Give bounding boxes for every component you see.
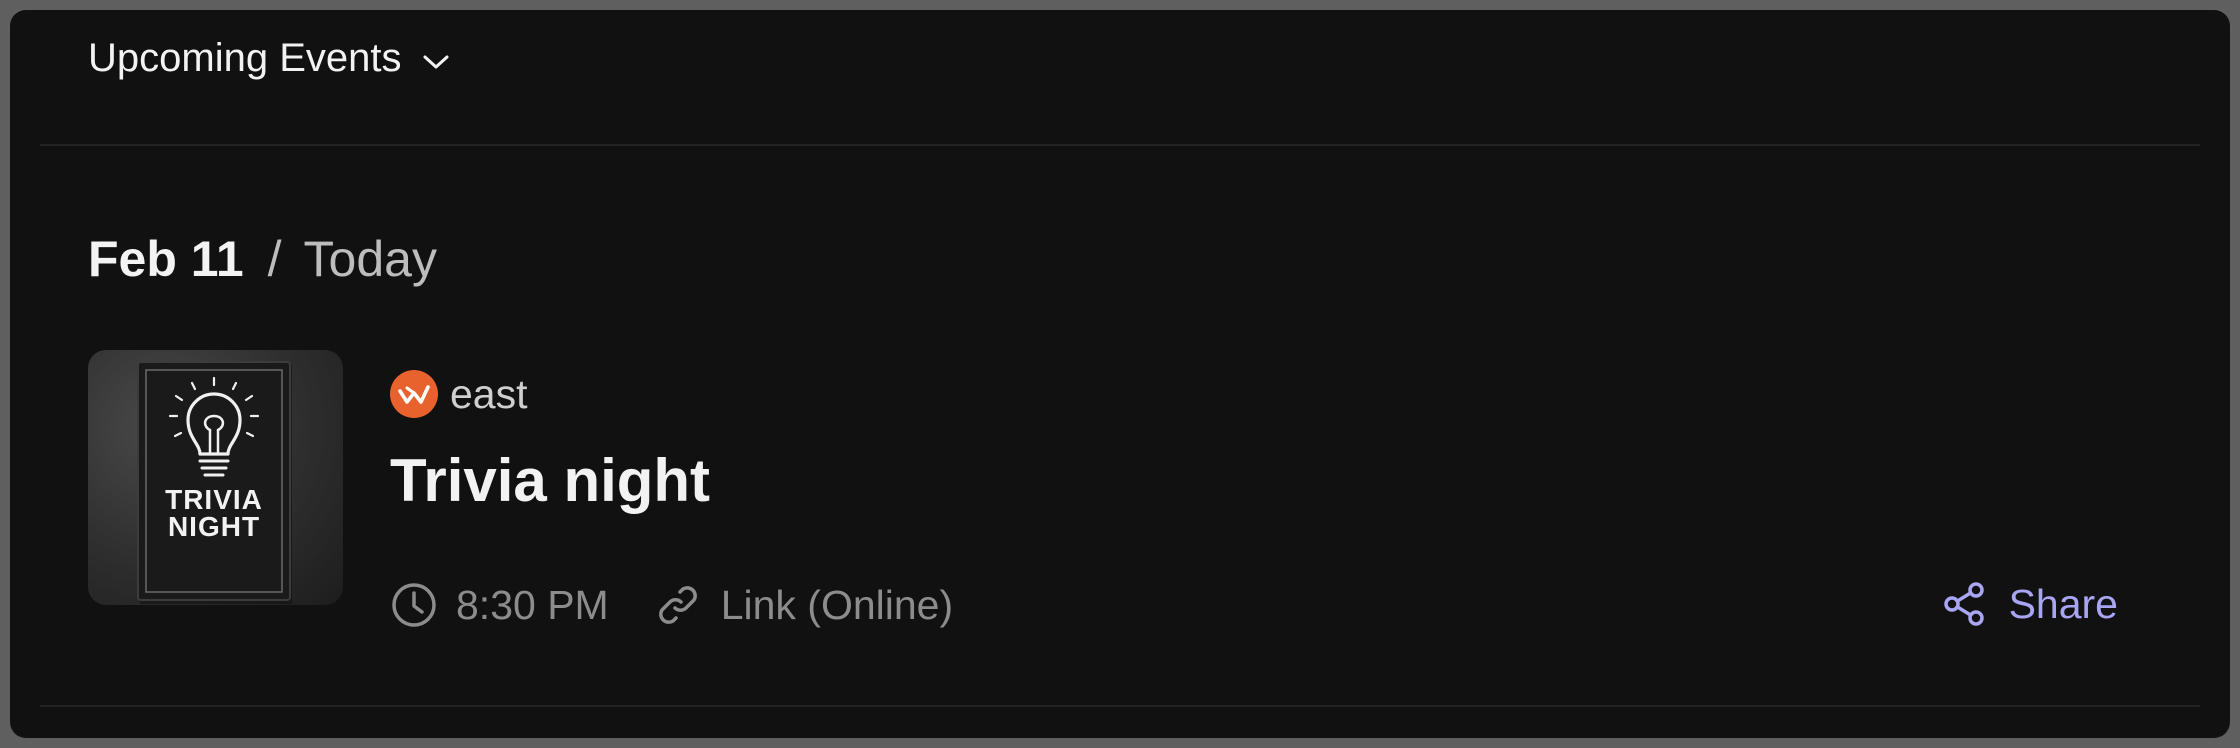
event-date: Feb 11 — [88, 231, 244, 287]
clock-icon — [392, 583, 436, 627]
event-location-text: Link (Online) — [720, 581, 954, 628]
list-divider — [40, 705, 2200, 707]
event-location[interactable]: Link (Online) — [653, 580, 953, 630]
window-frame: Upcoming Events Feb 11 / Today TRIVIA NI… — [0, 0, 2240, 748]
chevron-down-icon — [419, 45, 453, 79]
share-button[interactable]: Share — [1941, 580, 2118, 628]
share-icon — [1943, 582, 1984, 626]
relative-date: Today — [303, 231, 437, 287]
upcoming-events-dropdown[interactable]: Upcoming Events — [88, 36, 453, 81]
event-organizer[interactable]: east — [390, 370, 528, 418]
events-panel: Upcoming Events Feb 11 / Today TRIVIA NI… — [10, 10, 2230, 738]
header-divider — [40, 144, 2200, 146]
date-group-heading: Feb 11 / Today — [88, 230, 437, 288]
event-time: 8:30 PM — [390, 581, 609, 629]
header-title: Upcoming Events — [88, 36, 402, 80]
organizer-name: east — [450, 370, 528, 417]
link-icon — [658, 586, 697, 624]
organizer-logo-icon — [390, 370, 438, 418]
date-separator: / — [267, 231, 282, 287]
event-title[interactable]: Trivia night — [390, 446, 710, 515]
event-thumbnail[interactable]: TRIVIA NIGHT — [88, 350, 343, 605]
share-label: Share — [2008, 580, 2118, 627]
event-meta: 8:30 PM Link (Online) — [390, 580, 953, 630]
event-time-text: 8:30 PM — [456, 581, 609, 628]
thumbnail-line2: NIGHT — [168, 511, 260, 542]
